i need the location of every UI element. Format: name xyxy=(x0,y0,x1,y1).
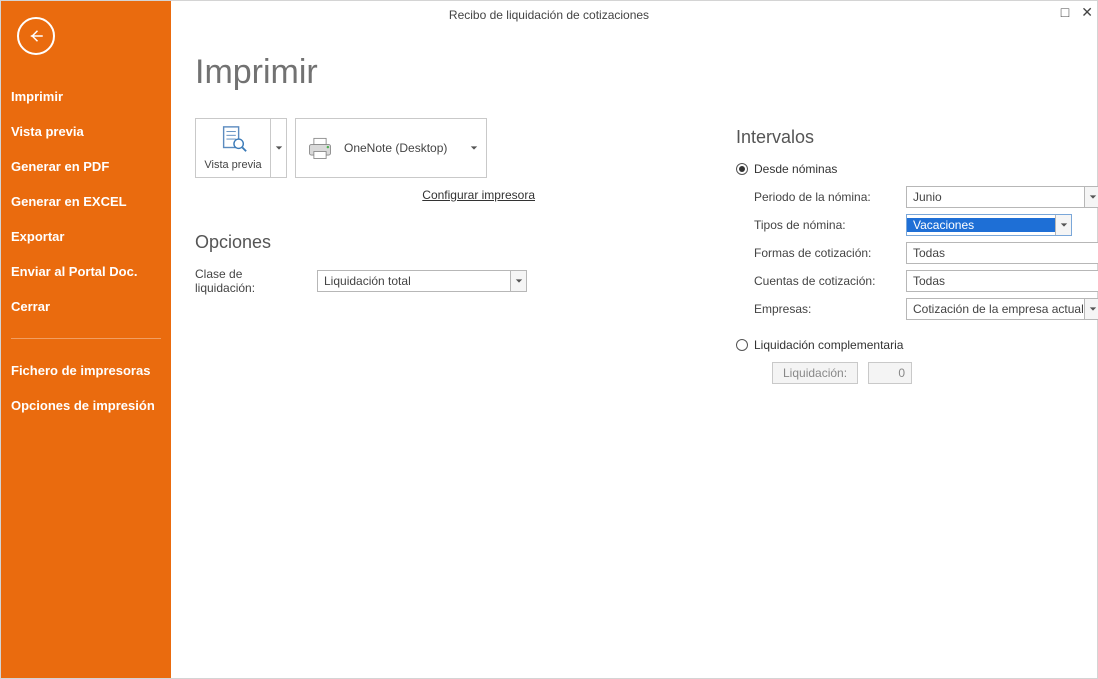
formas-label: Formas de cotización: xyxy=(754,246,894,260)
tipos-combo[interactable]: Vacaciones xyxy=(906,214,1072,236)
tipos-label: Tipos de nómina: xyxy=(754,218,894,232)
printer-dropdown-arrow xyxy=(470,139,478,157)
radio-desde-nominas-row: Desde nóminas xyxy=(736,162,1098,176)
vista-previa-split-button: Vista previa xyxy=(195,118,287,178)
formas-value: Todas xyxy=(907,246,1098,260)
chevron-down-icon xyxy=(1089,305,1097,313)
sidebar-item-vista-previa[interactable]: Vista previa xyxy=(1,114,171,149)
clase-liquidacion-label: Clase de liquidación: xyxy=(195,267,305,295)
radio-desde-nominas-label: Desde nóminas xyxy=(754,162,837,176)
chevron-down-icon xyxy=(1089,193,1097,201)
periodo-value: Junio xyxy=(907,190,1084,204)
liquidacion-row: Liquidación: 0 xyxy=(736,362,1098,384)
sidebar-item-exportar[interactable]: Exportar xyxy=(1,219,171,254)
vista-previa-label: Vista previa xyxy=(204,159,261,171)
vista-previa-button[interactable]: Vista previa xyxy=(196,119,270,177)
printer-selector[interactable]: OneNote (Desktop) xyxy=(295,118,487,178)
combo-arrow xyxy=(1084,187,1098,207)
periodo-label: Periodo de la nómina: xyxy=(754,190,894,204)
window-title: Recibo de liquidación de cotizaciones xyxy=(449,8,649,22)
liquidacion-value: 0 xyxy=(868,362,912,384)
empresas-label: Empresas: xyxy=(754,302,894,316)
main-area: Imprimir Vista previa xyxy=(171,29,1097,678)
desde-nominas-fields: Periodo de la nómina: Junio Tipos de nóm… xyxy=(736,186,1098,320)
sidebar-item-imprimir[interactable]: Imprimir xyxy=(1,79,171,114)
radio-desde-nominas[interactable] xyxy=(736,163,748,175)
window-controls: □ ✕ xyxy=(1061,5,1093,19)
cuentas-combo[interactable]: Todas xyxy=(906,270,1098,292)
intervalos-heading: Intervalos xyxy=(736,127,1098,148)
sidebar: Imprimir Vista previa Generar en PDF Gen… xyxy=(1,1,171,678)
combo-arrow xyxy=(510,271,526,291)
sidebar-divider xyxy=(11,338,161,339)
formas-combo[interactable]: Todas xyxy=(906,242,1098,264)
chevron-down-icon xyxy=(1060,221,1068,229)
maximize-icon[interactable]: □ xyxy=(1061,5,1069,19)
back-arrow-icon xyxy=(27,27,45,45)
sidebar-item-fichero-impresoras[interactable]: Fichero de impresoras xyxy=(1,353,171,388)
empresas-combo[interactable]: Cotización de la empresa actual xyxy=(906,298,1098,320)
empresas-value: Cotización de la empresa actual xyxy=(907,302,1084,316)
periodo-combo[interactable]: Junio xyxy=(906,186,1098,208)
cuentas-label: Cuentas de cotización: xyxy=(754,274,894,288)
printer-name: OneNote (Desktop) xyxy=(344,141,460,155)
sidebar-item-portal[interactable]: Enviar al Portal Doc. xyxy=(1,254,171,289)
clase-liquidacion-combo[interactable]: Liquidación total xyxy=(317,270,527,292)
document-preview-icon xyxy=(218,125,248,155)
sidebar-item-generar-excel[interactable]: Generar en EXCEL xyxy=(1,184,171,219)
radio-liquidacion-complementaria[interactable] xyxy=(736,339,748,351)
vista-previa-dropdown[interactable] xyxy=(270,119,286,177)
clase-liquidacion-value: Liquidación total xyxy=(318,274,510,288)
radio-liquidacion-comp-row: Liquidación complementaria xyxy=(736,338,1098,352)
chevron-down-icon xyxy=(515,277,523,285)
chevron-down-icon xyxy=(470,144,478,152)
combo-arrow xyxy=(1055,215,1071,235)
sidebar-item-generar-pdf[interactable]: Generar en PDF xyxy=(1,149,171,184)
page-title: Imprimir xyxy=(195,53,1073,92)
back-button[interactable] xyxy=(17,17,55,55)
configure-printer-link[interactable]: Configurar impresora xyxy=(195,188,535,202)
combo-arrow xyxy=(1084,299,1098,319)
tipos-value: Vacaciones xyxy=(907,218,1055,232)
radio-liquidacion-comp-label: Liquidación complementaria xyxy=(754,338,903,352)
chevron-down-icon xyxy=(275,144,283,152)
intervalos-panel: Intervalos Desde nóminas Periodo de la n… xyxy=(736,127,1098,384)
liquidacion-label: Liquidación: xyxy=(772,362,858,384)
cuentas-value: Todas xyxy=(907,274,1098,288)
close-icon[interactable]: ✕ xyxy=(1081,5,1093,19)
printer-icon xyxy=(306,134,334,162)
sidebar-item-opciones-impresion[interactable]: Opciones de impresión xyxy=(1,388,171,423)
sidebar-item-cerrar[interactable]: Cerrar xyxy=(1,289,171,324)
